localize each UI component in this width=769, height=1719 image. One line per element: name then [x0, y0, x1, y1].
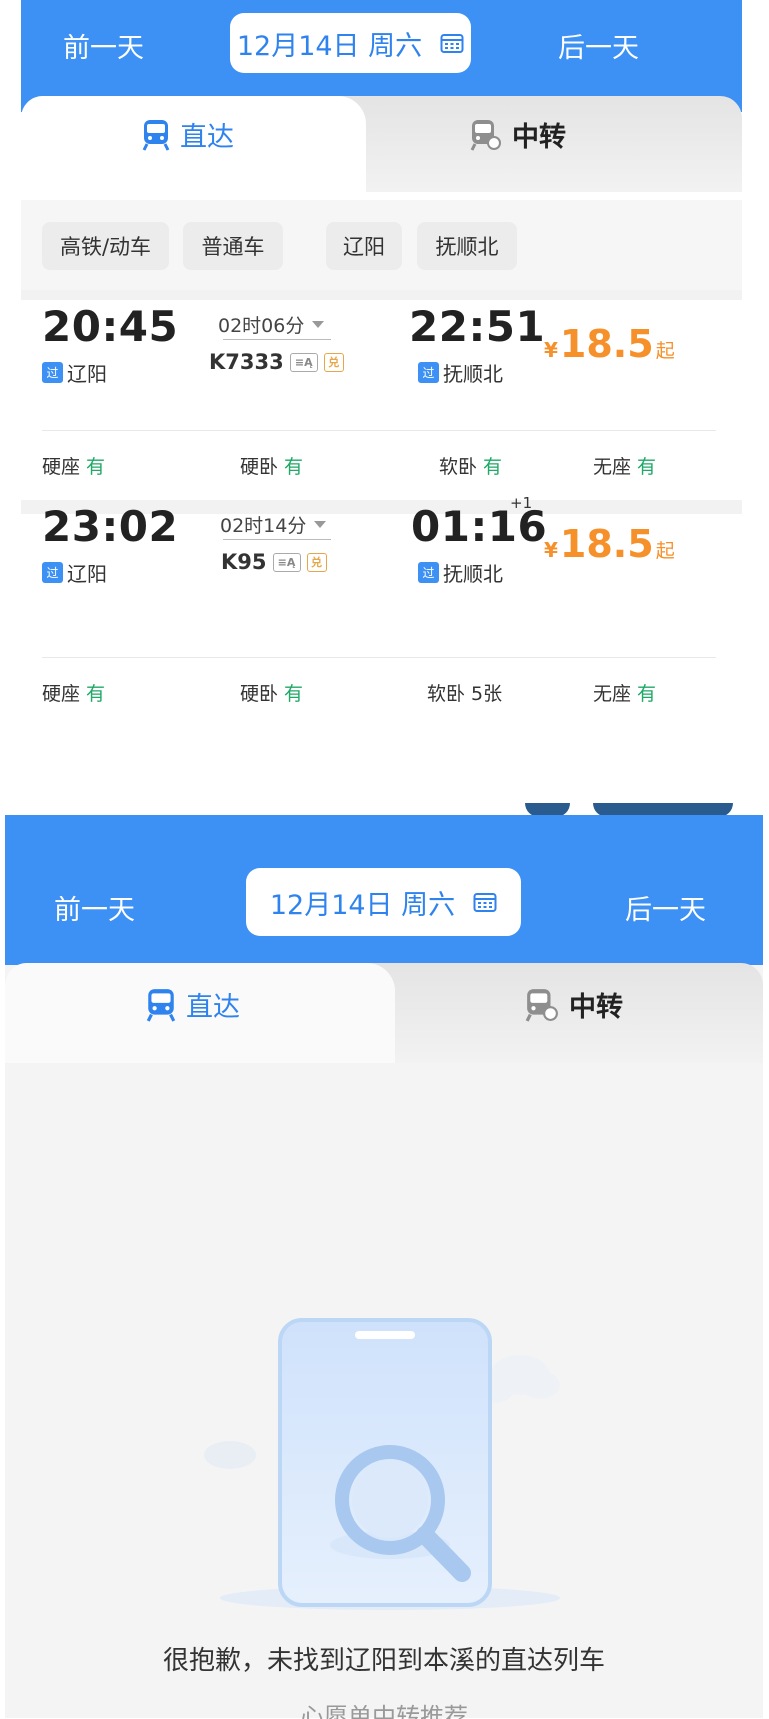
train-card[interactable]: 23:02 过 辽阳 02时14分 K95 ≡Ą 兑 01:16 +1 过 抚顺…: [21, 494, 742, 714]
pass-through-badge: 过: [418, 562, 439, 583]
seat-hard-sleeper: 硬卧有: [240, 452, 303, 479]
tab-transfer-label: 中转: [512, 122, 566, 153]
pass-through-badge: 过: [418, 362, 439, 383]
duration: 02时14分: [220, 515, 307, 537]
price-value: 18.5: [559, 322, 654, 366]
tab-direct-label: 直达: [180, 122, 234, 153]
seat-soft-sleeper: 软卧 5张: [427, 679, 502, 706]
arrival-station: 过 抚顺北: [418, 358, 503, 387]
chevron-down-icon: [312, 321, 325, 328]
departure-time: 20:45: [42, 302, 179, 351]
pass-through-badge: 过: [42, 562, 63, 583]
seat-soft-sleeper: 软卧有: [439, 452, 502, 479]
train-number-label: K7333: [209, 350, 284, 374]
train-number-label: K95: [221, 550, 267, 574]
train-icon: [142, 119, 170, 151]
price: ¥ 18.5 起: [544, 322, 675, 366]
empty-message: 很抱歉，未找到辽阳到本溪的直达列车: [162, 1646, 605, 1676]
id-card-icon: ≡Ą: [272, 552, 301, 572]
price-suffix: 起: [655, 540, 675, 562]
price-suffix: 起: [655, 340, 675, 362]
seat-availability: 有: [284, 456, 304, 478]
search-results-panel: 前一天 12月14日 周六 后一天 直达 中转 高铁/动车 普通车 辽阳 抚顺北…: [21, 0, 742, 760]
duration-line: [223, 539, 331, 540]
price: ¥ 18.5 起: [544, 522, 675, 566]
seat-availability: 有: [637, 456, 657, 478]
train-number[interactable]: K7333 ≡Ą 兑: [209, 350, 344, 374]
tab-transfer[interactable]: 中转: [470, 115, 566, 154]
phone-search-illustration: [204, 1318, 560, 1610]
tab-bar: 直达 中转: [21, 96, 742, 192]
seat-type: 软卧: [439, 456, 478, 478]
price-value: 18.5: [559, 522, 654, 566]
train-card[interactable]: 20:45 过 辽阳 02时06分 K7333 ≡Ą 兑 22:51 过 抚顺北…: [21, 300, 742, 500]
filter-chip-to-station[interactable]: 抚顺北: [417, 222, 517, 270]
duration-toggle[interactable]: 02时14分: [220, 511, 327, 538]
departure-station: 过 辽阳: [42, 358, 107, 387]
departure-station-name: 辽阳: [67, 362, 107, 386]
seat-type: 硬座: [42, 456, 81, 478]
currency-symbol: ¥: [544, 538, 558, 562]
seat-type: 无座: [593, 456, 632, 478]
id-card-icon: ≡Ą: [289, 352, 318, 372]
currency-symbol: ¥: [544, 338, 558, 362]
prev-day-button[interactable]: 前一天: [63, 26, 144, 65]
arrival-station-name: 抚顺北: [443, 562, 503, 586]
seat-type: 硬座: [42, 683, 81, 705]
card-divider: [42, 657, 716, 658]
card-gap: [21, 290, 742, 300]
filter-row: 高铁/动车 普通车 辽阳 抚顺北: [21, 200, 742, 290]
seat-availability: 有: [86, 683, 106, 705]
date-picker[interactable]: 12月14日 周六: [230, 13, 471, 73]
tab-direct[interactable]: 直达: [142, 115, 234, 154]
filter-chip-regular[interactable]: 普通车: [183, 222, 283, 270]
transfer-train-icon: [470, 119, 501, 151]
filter-chip-from-station[interactable]: 辽阳: [326, 222, 402, 270]
train-number[interactable]: K95 ≡Ą 兑: [221, 550, 327, 574]
no-results-panel: 前一天 12月14日 周六 后一天 直达 中转 很抱歉，未找到辽阳到本溪的直达列…: [5, 815, 763, 1719]
seat-standing: 无座有: [593, 679, 656, 706]
departure-time: 23:02: [42, 502, 179, 551]
arrival-time: 22:51: [409, 302, 546, 351]
card-divider: [42, 430, 716, 431]
seat-availability: 5张: [471, 683, 503, 705]
seat-type: 软卧: [427, 683, 466, 705]
seat-type: 硬卧: [240, 456, 279, 478]
duration-line: [223, 339, 331, 340]
seat-standing: 无座有: [593, 452, 656, 479]
redeem-icon: 兑: [306, 552, 327, 572]
seat-hard-seat: 硬座有: [42, 452, 105, 479]
duration: 02时06分: [218, 315, 305, 337]
pass-through-badge: 过: [42, 362, 63, 383]
redeem-icon: 兑: [323, 352, 344, 372]
calendar-icon: [440, 32, 464, 54]
seat-hard-seat: 硬座有: [42, 679, 105, 706]
next-day-marker: +1: [510, 494, 533, 512]
chevron-down-icon: [314, 521, 327, 528]
seat-availability: 有: [483, 456, 503, 478]
seat-availability: 有: [637, 683, 657, 705]
duration-toggle[interactable]: 02时06分: [218, 311, 325, 338]
arrival-station-name: 抚顺北: [443, 362, 503, 386]
arrival-station: 过 抚顺北: [418, 558, 503, 587]
cut-off-text: 心愿单中转推荐: [300, 1703, 468, 1719]
date-label: 12月14日 周六: [236, 30, 423, 62]
empty-state: 很抱歉，未找到辽阳到本溪的直达列车 心愿单中转推荐: [5, 815, 763, 1719]
seat-type: 硬卧: [240, 683, 279, 705]
departure-station-name: 辽阳: [67, 562, 107, 586]
next-day-button[interactable]: 后一天: [558, 26, 639, 65]
seat-hard-sleeper: 硬卧有: [240, 679, 303, 706]
seat-availability: 有: [86, 456, 106, 478]
departure-station: 过 辽阳: [42, 558, 107, 587]
seat-availability: 有: [284, 683, 304, 705]
seat-type: 无座: [593, 683, 632, 705]
filter-chip-high-speed[interactable]: 高铁/动车: [42, 222, 169, 270]
